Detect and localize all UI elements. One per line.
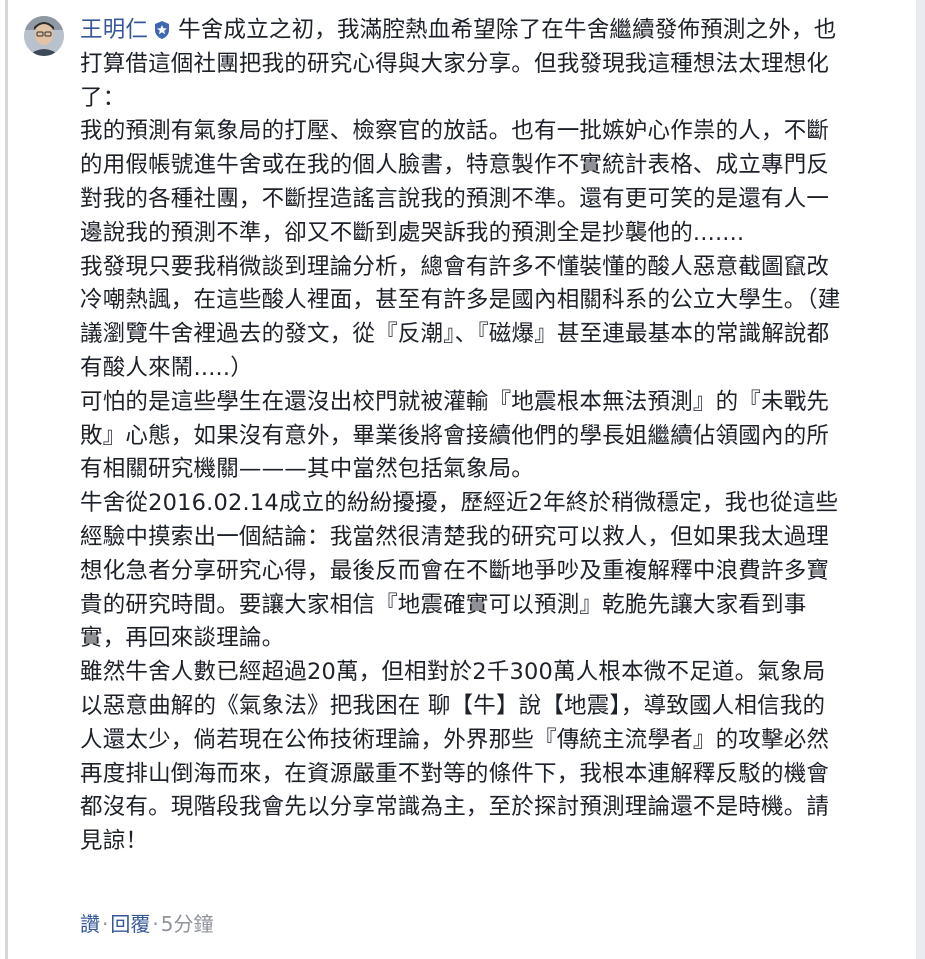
scrollbar-track[interactable] — [916, 0, 925, 959]
comment-timestamp[interactable]: 5分鐘 — [161, 912, 214, 936]
action-separator: · — [152, 912, 159, 936]
comment-text: 牛舍成立之初，我滿腔熱血希望除了在牛舍繼續發佈預測之外，也打算借這個社團把我的研… — [80, 17, 841, 855]
thread-indent-rule — [5, 0, 8, 959]
reply-link[interactable]: 回覆 — [110, 912, 150, 936]
author-name-link[interactable]: 王明仁 — [80, 17, 148, 43]
avatar-photo — [24, 16, 64, 56]
avatar[interactable] — [24, 16, 64, 56]
comment-actions: 讚 · 回覆 · 5分鐘 — [80, 910, 213, 938]
verified-shield-icon — [152, 17, 172, 39]
like-link[interactable]: 讚 — [80, 912, 100, 936]
comment-body: 王明仁 牛舍成立之初，我滿腔熱血希望除了在牛舍繼續發佈預測之外，也打算借這個社團把… — [80, 14, 842, 859]
action-separator: · — [102, 912, 109, 936]
